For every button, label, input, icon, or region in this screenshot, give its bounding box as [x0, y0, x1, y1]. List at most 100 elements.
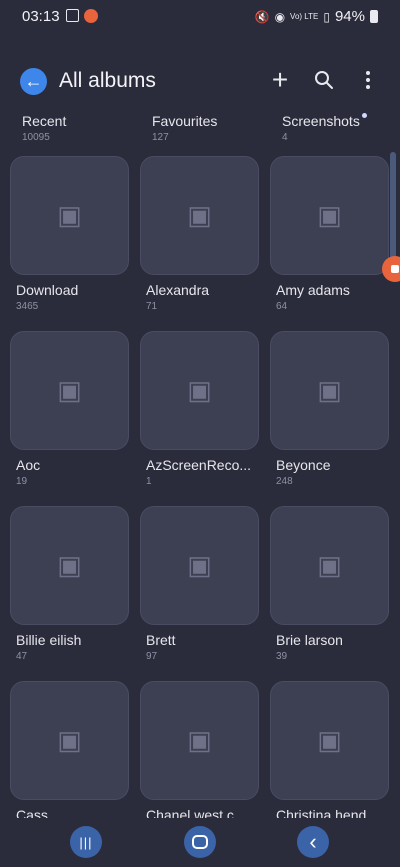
- app-header: ← All albums +: [0, 60, 400, 104]
- album-name: Alexandra: [146, 282, 210, 298]
- album-count: 47: [16, 651, 28, 662]
- album-item[interactable]: ▣ Billie eilish 47: [10, 506, 129, 662]
- album-item[interactable]: ▣ Amy adams 64: [270, 156, 389, 312]
- image-placeholder-icon: ▣: [187, 550, 212, 580]
- nav-back-icon: ‹: [309, 829, 317, 854]
- album-name: Chanel west c...: [146, 807, 246, 818]
- album-item[interactable]: ▣ Brett 97: [140, 506, 259, 662]
- album-item[interactable]: ▣ Alexandra 71: [140, 156, 259, 312]
- image-placeholder-icon: ▣: [187, 375, 212, 405]
- image-placeholder-icon: ▣: [57, 375, 82, 405]
- back-button[interactable]: ←: [20, 68, 47, 95]
- edge-panel-handle[interactable]: [390, 152, 396, 272]
- album-name: Favourites: [152, 113, 218, 129]
- header-actions: +: [268, 66, 380, 94]
- image-placeholder-icon: ▣: [317, 375, 342, 405]
- nav-back-button[interactable]: ‹: [297, 826, 329, 858]
- image-placeholder-icon: ▣: [187, 725, 212, 755]
- album-item[interactable]: ▣ Aoc 19: [10, 331, 129, 487]
- album-item[interactable]: ▣Chanel west c...217: [140, 681, 259, 818]
- album-thumbnail[interactable]: ▣: [140, 681, 259, 800]
- home-button[interactable]: [184, 826, 216, 858]
- screen-record-icon: [84, 9, 98, 23]
- search-button[interactable]: [312, 66, 336, 94]
- album-item[interactable]: ▣Cass33: [10, 681, 129, 818]
- image-placeholder-icon: ▣: [317, 200, 342, 230]
- album-thumbnail[interactable]: ▣: [10, 331, 129, 450]
- page-title: All albums: [59, 69, 156, 92]
- album-thumbnail[interactable]: ▣: [270, 506, 389, 625]
- album-name: Amy adams: [276, 282, 350, 298]
- album-thumbnail[interactable]: ▣: [10, 506, 129, 625]
- more-options-icon: [366, 71, 370, 89]
- album-count: 64: [276, 301, 288, 312]
- album-item[interactable]: ▣Christina hend...150: [270, 681, 389, 818]
- album-name: Brett: [146, 632, 176, 648]
- album-count: 248: [276, 476, 293, 487]
- mute-icon: 🔇: [254, 9, 270, 24]
- album-thumbnail[interactable]: ▣: [270, 681, 389, 800]
- back-icon: ←: [24, 70, 43, 91]
- top-albums-row: Recent 10095 Favourites 127 Screenshots …: [10, 110, 390, 156]
- album-name: Download: [16, 282, 79, 298]
- album-screenshots[interactable]: Screenshots 4: [270, 110, 389, 156]
- image-placeholder-icon: ▣: [317, 550, 342, 580]
- album-count: 97: [146, 651, 158, 662]
- new-items-dot: [361, 113, 367, 118]
- battery-icon: [370, 10, 378, 23]
- album-thumbnail[interactable]: ▣: [270, 156, 389, 275]
- album-name: AzScreenReco...: [146, 457, 252, 473]
- album-count: 3465: [16, 301, 39, 312]
- albums-area[interactable]: Recent 10095 Favourites 127 Screenshots …: [10, 110, 390, 818]
- status-right: 🔇 ◉ Vo) LTE ▯ 94%: [255, 8, 378, 25]
- album-name-text: Screenshots: [282, 113, 360, 129]
- album-name: Beyonce: [276, 457, 331, 473]
- album-name: Brie larson: [276, 632, 343, 648]
- album-count: 71: [146, 301, 158, 312]
- album-thumbnail[interactable]: ▣: [140, 156, 259, 275]
- image-placeholder-icon: ▣: [317, 725, 342, 755]
- stop-record-icon: [391, 265, 399, 273]
- album-recent[interactable]: Recent 10095: [10, 110, 129, 156]
- signal-icon: ▯: [323, 9, 330, 24]
- wifi-icon: ◉: [274, 9, 286, 24]
- album-name: Cass: [16, 807, 48, 818]
- album-name: Aoc: [16, 457, 41, 473]
- image-placeholder-icon: ▣: [57, 200, 82, 230]
- search-icon: [315, 71, 333, 89]
- status-notification-icons: [66, 9, 98, 23]
- album-grid: ▣ Download 3465 ▣ Alexandra 71 ▣ Amy adams 64 ▣ Ao…: [10, 156, 390, 818]
- album-count: 4: [282, 132, 288, 143]
- recents-icon: |||: [79, 834, 93, 850]
- album-name: Billie eilish: [16, 632, 82, 648]
- album-count: 10095: [22, 132, 50, 143]
- image-placeholder-icon: ▣: [57, 725, 82, 755]
- network-label: Vo) LTE: [290, 12, 319, 21]
- navigation-bar: ||| ‹: [0, 818, 400, 867]
- album-item[interactable]: ▣ Download 3465: [10, 156, 129, 312]
- album-thumbnail[interactable]: ▣: [140, 506, 259, 625]
- album-item[interactable]: ▣ Beyonce 248: [270, 331, 389, 487]
- album-count: 19: [16, 476, 28, 487]
- album-name: Recent: [22, 113, 67, 129]
- status-time: 03:13: [22, 8, 60, 25]
- album-item[interactable]: ▣ Brie larson 39: [270, 506, 389, 662]
- image-placeholder-icon: ▣: [57, 550, 82, 580]
- album-thumbnail[interactable]: ▣: [10, 156, 129, 275]
- album-thumbnail[interactable]: ▣: [270, 331, 389, 450]
- add-icon: +: [271, 64, 289, 95]
- album-count: 127: [152, 132, 169, 143]
- recents-button[interactable]: |||: [70, 826, 102, 858]
- album-item[interactable]: ▣ AzScreenReco... 1: [140, 331, 259, 487]
- album-count: 1: [146, 476, 152, 487]
- album-count: 39: [276, 651, 288, 662]
- album-favourites[interactable]: Favourites 127: [140, 110, 259, 156]
- gallery-notification-icon: [66, 9, 79, 22]
- album-thumbnail[interactable]: ▣: [140, 331, 259, 450]
- status-bar: 03:13 🔇 ◉ Vo) LTE ▯ 94%: [0, 0, 400, 34]
- more-options-button[interactable]: [356, 66, 380, 94]
- home-icon: [192, 835, 208, 849]
- album-thumbnail[interactable]: ▣: [10, 681, 129, 800]
- add-album-button[interactable]: +: [268, 66, 292, 94]
- battery-percent: 94%: [334, 8, 365, 25]
